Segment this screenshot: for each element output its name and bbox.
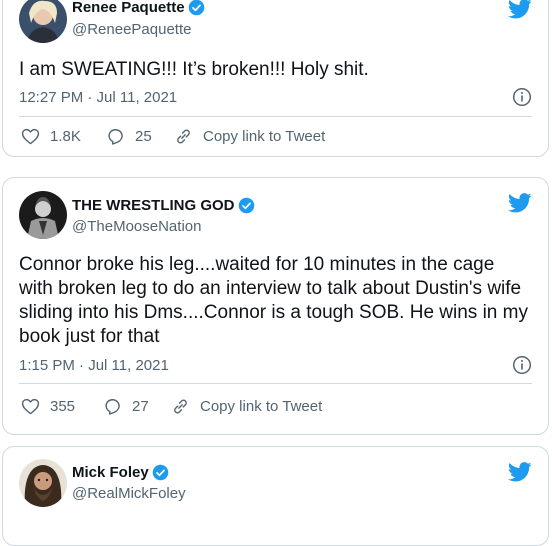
info-icon[interactable] [512,355,532,375]
info-icon[interactable] [512,87,532,107]
copy-link-label: Copy link to Tweet [203,128,326,145]
verified-badge-icon [238,197,254,214]
reply-button[interactable]: 25 [106,127,174,146]
avatar[interactable] [19,0,67,43]
twitter-bird-icon[interactable] [508,462,532,482]
display-name-text[interactable]: Mick Foley [72,464,149,481]
like-count: 1.8K [50,128,81,145]
reply-icon [105,399,120,415]
user-handle[interactable]: @RealMickFoley [72,485,186,502]
twitter-bird-icon[interactable] [508,193,532,213]
tweet-text: Connor broke his leg....waited for 10 mi… [19,254,528,347]
tweet-card-wrestling-god[interactable]: THE WRESTLING GOD @TheMooseNation Connor… [2,177,549,435]
copy-link-label: Copy link to Tweet [200,398,323,415]
user-handle[interactable]: @TheMooseNation [72,218,201,235]
copy-link-button[interactable]: Copy link to Tweet [171,397,322,416]
tweet-text: I am SWEATING!!! It’s broken!!! Holy shi… [19,59,369,80]
reply-count: 27 [132,398,149,415]
display-name-text[interactable]: Renee Paquette [72,0,185,16]
heart-icon [21,398,40,415]
tweet-card-mick-foley[interactable]: Mick Foley @RealMickFoley [2,446,549,546]
like-count: 355 [50,398,76,415]
display-name-text[interactable]: THE WRESTLING GOD [72,197,235,214]
display-name[interactable]: Renee Paquette [72,0,205,16]
avatar[interactable] [19,191,67,239]
reply-count: 25 [135,128,152,145]
link-icon [174,399,187,414]
divider [19,383,532,384]
tweet-card-renee[interactable]: Renee Paquette @ReneePaquette I am SWEAT… [2,0,549,157]
display-name[interactable]: THE WRESTLING GOD [72,197,255,214]
reply-icon [108,129,123,145]
tweet-actions: 355 27 Copy link to Tweet [21,397,322,416]
like-button[interactable]: 355 [21,397,103,416]
avatar[interactable] [19,459,67,507]
user-handle[interactable]: @ReneePaquette [72,21,191,38]
link-icon [177,129,190,144]
verified-badge-icon [152,464,168,481]
tweet-timestamp[interactable]: 1:15 PM · Jul 11, 2021 [19,357,169,374]
copy-link-button[interactable]: Copy link to Tweet [174,127,325,146]
reply-button[interactable]: 27 [103,397,171,416]
display-name[interactable]: Mick Foley [72,464,169,481]
tweet-timestamp[interactable]: 12:27 PM · Jul 11, 2021 [19,89,177,106]
heart-icon [21,128,40,145]
tweet-actions: 1.8K 25 Copy link to Tweet [21,127,325,146]
verified-badge-icon [188,0,204,16]
like-button[interactable]: 1.8K [21,127,106,146]
divider [19,116,532,117]
twitter-bird-icon[interactable] [508,0,532,19]
